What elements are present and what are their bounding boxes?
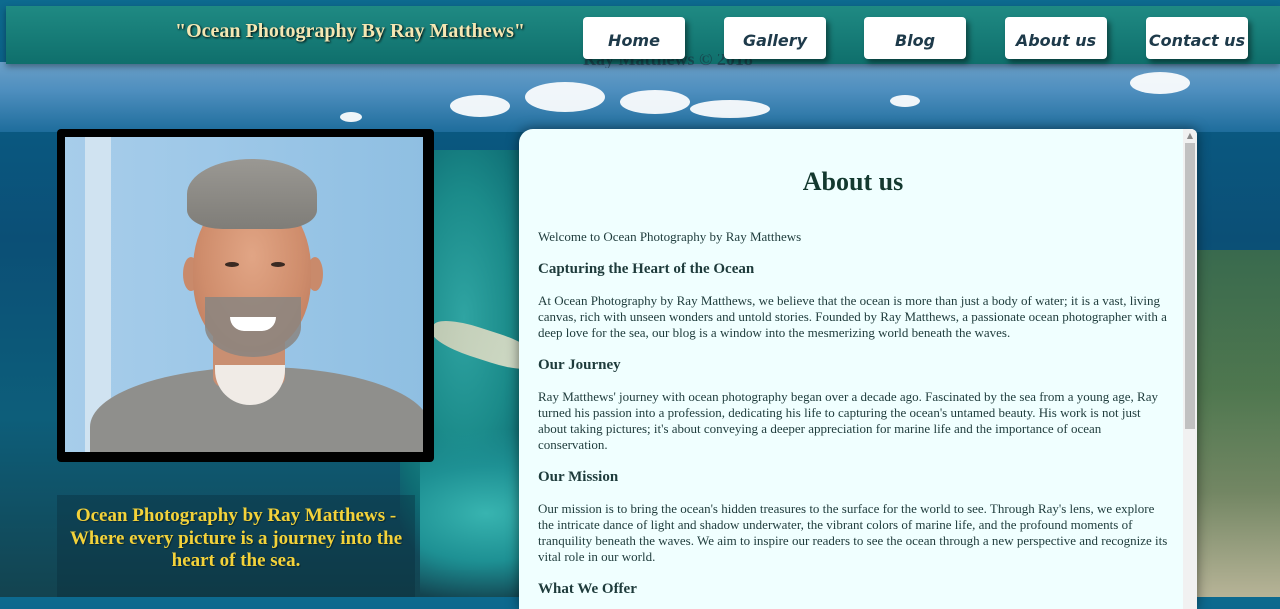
cloud [620, 90, 690, 114]
cloud [340, 112, 362, 122]
panel-scrollbar[interactable]: ▲ [1183, 129, 1197, 609]
site-title: "Ocean Photography By Ray Matthews" [175, 20, 525, 42]
portrait-photo [65, 137, 423, 452]
section-heading: Our Journey [538, 357, 621, 373]
welcome-text: Welcome to Ocean Photography by Ray Matt… [538, 229, 802, 244]
photo-hair [187, 159, 317, 229]
nav-gallery-button[interactable]: Gallery [724, 17, 826, 59]
cloud [450, 95, 510, 117]
scroll-thumb[interactable] [1185, 143, 1195, 429]
section-heading: What We Offer [538, 581, 637, 597]
section-heading: Our Mission [538, 469, 619, 485]
photo-smile [230, 317, 276, 331]
nav-blog-button[interactable]: Blog [864, 17, 966, 59]
portrait-frame [57, 129, 434, 462]
photo-eye [225, 262, 239, 267]
about-content: About us Welcome to Ocean Photography by… [538, 129, 1168, 599]
sidebar-tagline: Ocean Photography by Ray Matthews - Wher… [69, 505, 403, 571]
about-panel[interactable]: About us Welcome to Ocean Photography by… [519, 129, 1197, 609]
photo-eye [271, 262, 285, 267]
cloud [890, 95, 920, 107]
section-body: Our mission is to bring the ocean's hidd… [538, 501, 1168, 564]
nav-about-button[interactable]: About us [1005, 17, 1107, 59]
page-title: About us [802, 167, 904, 196]
nav-contact-button[interactable]: Contact us [1146, 17, 1248, 59]
cloud [690, 100, 770, 118]
nav-home-button[interactable]: Home [583, 17, 685, 59]
section-heading: Capturing the Heart of the Ocean [538, 261, 755, 277]
cloud [525, 82, 605, 112]
section-body: Ray Matthews' journey with ocean photogr… [538, 389, 1159, 452]
section-body: At Ocean Photography by Ray Matthews, we… [538, 293, 1167, 340]
chevron-up-icon[interactable]: ▲ [1183, 129, 1197, 143]
cloud [1130, 72, 1190, 94]
